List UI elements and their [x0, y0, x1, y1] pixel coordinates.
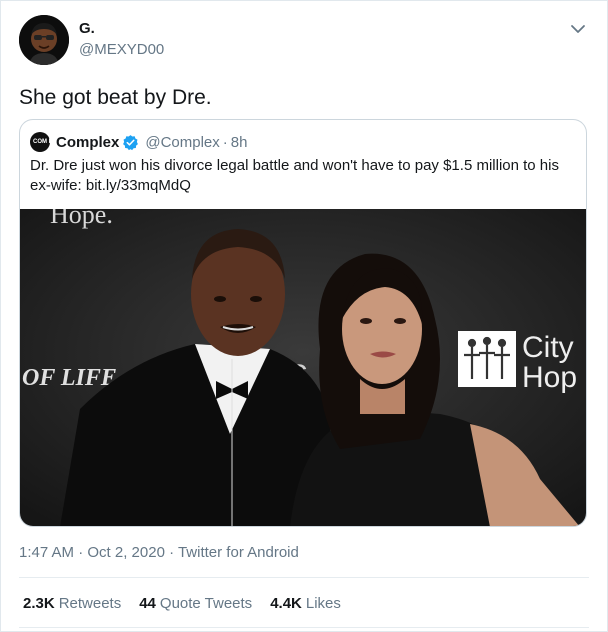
- quote-tweets-label: Quote Tweets: [159, 595, 253, 612]
- complex-logo-text: COM PLEX: [33, 139, 65, 145]
- likes-label: Likes: [305, 595, 341, 612]
- avatar[interactable]: [19, 15, 69, 65]
- quote-tweets-stat[interactable]: 44 Quote Tweets: [139, 595, 252, 612]
- quoted-time[interactable]: 8h: [231, 134, 248, 151]
- likes-count: 4.4K: [270, 595, 302, 612]
- backdrop-city: City: [522, 331, 574, 364]
- divider: [19, 577, 589, 578]
- tweet-text: She got beat by Dre.: [19, 86, 212, 109]
- avatar-image: [19, 15, 69, 65]
- quote-tweets-count: 44: [139, 595, 156, 612]
- quoted-tweet-header: COM PLEX Complex @Complex · 8h: [30, 132, 247, 152]
- complex-logo-icon[interactable]: COM PLEX: [30, 132, 65, 152]
- tweet-card: G. @MEXYD00 She got beat by Dre. COM PLE…: [0, 0, 608, 632]
- quoted-tweet-text: Dr. Dre just won his divorce legal battl…: [30, 157, 559, 194]
- verified-badge-icon: [123, 134, 139, 150]
- tweet-stats: 2.3K Retweets 44 Quote Tweets 4.4K Likes: [23, 595, 359, 612]
- quoted-author-name[interactable]: Complex: [56, 134, 119, 151]
- quoted-author-handle[interactable]: @Complex: [145, 134, 219, 151]
- quoted-tweet-photo[interactable]: Hope. OF LIFE S City Hop: [20, 209, 586, 526]
- backdrop-text-left: OF LIFE: [22, 365, 117, 391]
- retweets-count: 2.3K: [23, 595, 55, 612]
- separator-dot: ·: [222, 133, 228, 151]
- backdrop-text-top: Hope.: [50, 209, 113, 229]
- retweets-stat[interactable]: 2.3K Retweets: [23, 595, 121, 612]
- backdrop-hope: Hop: [522, 361, 577, 394]
- retweets-label: Retweets: [58, 595, 122, 612]
- author-handle[interactable]: @MEXYD00: [79, 41, 164, 58]
- likes-stat[interactable]: 4.4K Likes: [270, 595, 341, 612]
- divider: [19, 627, 589, 628]
- quoted-tweet[interactable]: COM PLEX Complex @Complex · 8h Dr. Dre j…: [19, 119, 587, 527]
- photo-illustration: Hope. OF LIFE S City Hop: [20, 209, 586, 526]
- author-display-name[interactable]: G.: [79, 20, 95, 37]
- tweet-timestamp[interactable]: 1:47 AM · Oct 2, 2020 · Twitter for Andr…: [19, 544, 299, 561]
- logo-figures: [464, 336, 510, 379]
- chevron-down-icon[interactable]: [567, 21, 589, 37]
